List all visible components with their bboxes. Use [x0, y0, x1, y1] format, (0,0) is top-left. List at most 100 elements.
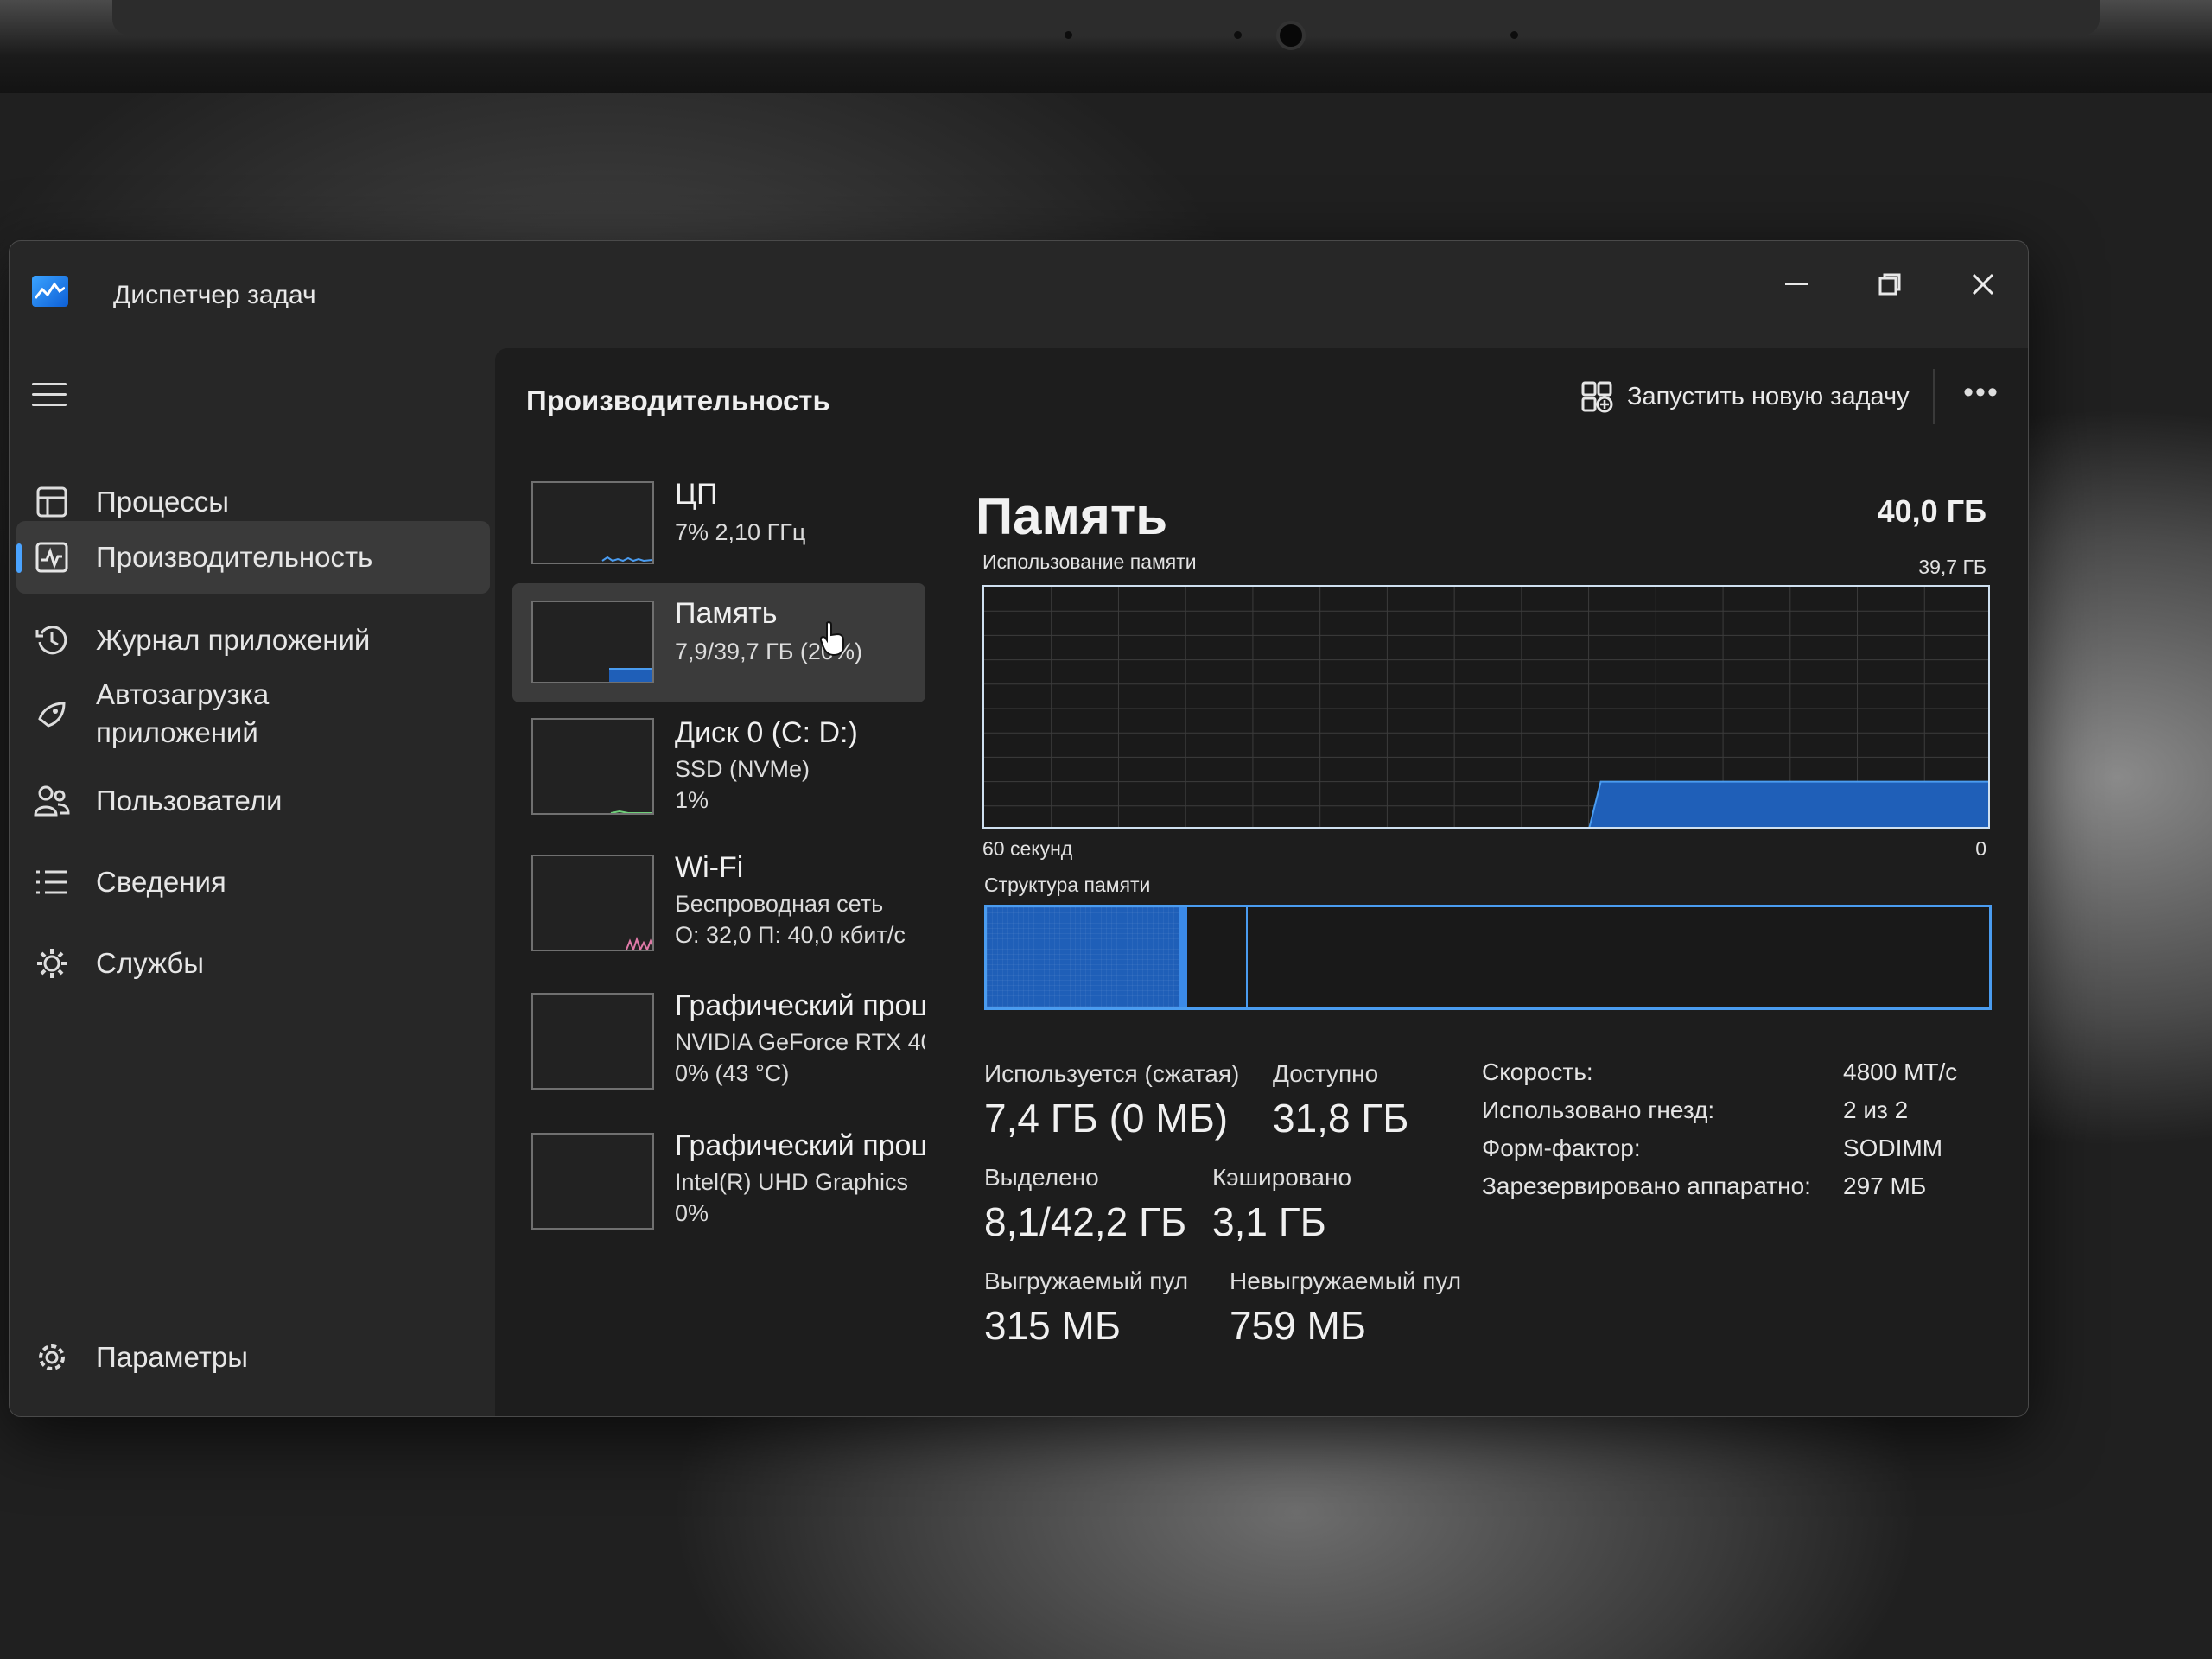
- memory-usage-graph: [982, 585, 1990, 829]
- page-title: Производительность: [526, 385, 830, 416]
- cached-label: Кэшировано: [1212, 1164, 1352, 1191]
- history-icon: [32, 620, 72, 660]
- restore-icon: [1878, 273, 1901, 296]
- startup-icon: [32, 694, 72, 734]
- memory-composition-label: Структура памяти: [984, 874, 1151, 896]
- memory-thumbnail-graph: [531, 601, 654, 683]
- memory-composition-bar: [984, 905, 1992, 1010]
- graph-min-label: 0: [1975, 837, 1986, 860]
- sidebar-item-label: Сведения: [96, 866, 226, 898]
- in-use-segment: [987, 907, 1179, 1007]
- time-span-label: 60 секунд: [982, 837, 1073, 860]
- hamburger-menu-icon[interactable]: [32, 383, 67, 409]
- standby-divider: [1246, 907, 1248, 1007]
- title-bar: Диспетчер задач: [10, 241, 2028, 345]
- committed-label: Выделено: [984, 1164, 1099, 1191]
- performance-panel: Производительность Запустить новую задач…: [495, 348, 2028, 1416]
- sidebar-item-label: Службы: [96, 947, 205, 979]
- bezel-strip: [112, 0, 2100, 35]
- sensor-dot: [1510, 31, 1518, 39]
- device-name: Память: [675, 597, 778, 630]
- device-detail: 0%: [675, 1200, 709, 1226]
- non-paged-pool-label: Невыгружаемый пул: [1230, 1268, 1462, 1294]
- form-factor-value: SODIMM: [1843, 1135, 1943, 1161]
- speed-value: 4800 МТ/с: [1843, 1058, 1958, 1085]
- device-item-disk[interactable]: Диск 0 (C: D:) SSD (NVMe) 1%: [512, 702, 925, 822]
- gpu0-thumbnail-graph: [531, 993, 654, 1090]
- memory-usage-label: Использование памяти: [982, 550, 1197, 573]
- disk-thumbnail-graph: [531, 718, 654, 815]
- device-item-cpu[interactable]: ЦП 7% 2,10 ГГц: [512, 464, 925, 583]
- gear-icon: [32, 1338, 72, 1377]
- sidebar-item-performance[interactable]: Производительность: [16, 521, 490, 594]
- sidebar-item-label: Пользователи: [96, 785, 283, 817]
- hand-cursor-icon: [820, 621, 844, 656]
- device-item-memory[interactable]: Память 7,9/39,7 ГБ (20%): [512, 583, 925, 702]
- committed-value: 8,1/42,2 ГБ: [984, 1199, 1187, 1244]
- window-title: Диспетчер задач: [113, 281, 316, 309]
- task-manager-window: Диспетчер задач Процессы Производительно…: [9, 240, 2029, 1417]
- memory-title: Память: [976, 487, 1168, 545]
- users-icon: [32, 781, 72, 821]
- device-item-gpu0[interactable]: Графический процессор 0 NVIDIA GeForce R…: [512, 976, 925, 1095]
- device-name: Диск 0 (C: D:): [675, 716, 858, 749]
- paged-pool-value: 315 МБ: [984, 1303, 1122, 1348]
- in-use-label: Используется (сжатая): [984, 1060, 1240, 1087]
- non-paged-pool-value: 759 МБ: [1230, 1303, 1367, 1348]
- in-use-value: 7,4 ГБ (0 МБ): [984, 1096, 1229, 1141]
- available-value: 31,8 ГБ: [1273, 1096, 1409, 1141]
- device-detail: Беспроводная сеть: [675, 891, 884, 917]
- sensor-dot: [1065, 31, 1072, 39]
- minimize-icon: [1785, 283, 1808, 285]
- header-divider: [1933, 369, 1935, 424]
- memory-usage-area: [1588, 780, 1988, 827]
- slots-used-label: Использовано гнезд:: [1482, 1096, 1715, 1123]
- device-item-gpu1[interactable]: Графический процессор 1 Intel(R) UHD Gra…: [512, 1116, 925, 1235]
- device-detail: 7,9/39,7 ГБ (20%): [675, 639, 862, 664]
- close-button[interactable]: [1942, 250, 2024, 319]
- device-detail: Intel(R) UHD Graphics: [675, 1169, 909, 1195]
- sidebar-item-settings[interactable]: Параметры: [10, 1321, 486, 1394]
- close-icon: [1972, 273, 1994, 296]
- device-detail: 0% (43 °C): [675, 1060, 790, 1086]
- hardware-reserved-label: Зарезервировано аппаратно:: [1482, 1173, 1811, 1199]
- performance-icon: [32, 537, 72, 577]
- sidebar-item-label: Журнал приложений: [96, 624, 371, 656]
- sidebar-item-users[interactable]: Пользователи: [10, 765, 486, 837]
- sidebar-item-label: Автозагрузка приложений: [96, 678, 270, 748]
- cpu-thumbnail-graph: [531, 481, 654, 564]
- run-task-icon: [1581, 381, 1613, 413]
- task-manager-app-icon: [32, 276, 68, 307]
- device-detail: 7% 2,10 ГГц: [675, 519, 806, 545]
- sidebar-item-label: Процессы: [96, 486, 230, 518]
- cached-value: 3,1 ГБ: [1212, 1199, 1326, 1244]
- settings-label: Параметры: [96, 1341, 248, 1373]
- device-detail: 1%: [675, 787, 709, 813]
- sidebar-item-details[interactable]: Сведения: [10, 846, 486, 918]
- memory-usage-chart: [984, 587, 1988, 827]
- run-new-task-label: Запустить новую задачу: [1627, 382, 1910, 410]
- device-name: ЦП: [675, 478, 718, 511]
- sidebar-item-startup-apps[interactable]: Автозагрузка приложений: [10, 666, 486, 761]
- device-item-wifi[interactable]: Wi-Fi Беспроводная сеть О: 32,0 П: 40,0 …: [512, 837, 925, 957]
- device-name: Графический процессор 1: [675, 1129, 925, 1162]
- modified-segment: [1179, 907, 1187, 1007]
- device-detail: NVIDIA GeForce RTX 4050: [675, 1029, 925, 1055]
- more-options-button[interactable]: •••: [1955, 372, 2007, 421]
- wifi-thumbnail-graph: [531, 855, 654, 951]
- minimize-button[interactable]: [1755, 250, 1838, 319]
- device-detail: SSD (NVMe): [675, 756, 810, 782]
- maximize-button[interactable]: [1848, 250, 1931, 319]
- device-name: Wi-Fi: [675, 851, 744, 884]
- device-name: Графический процессор 0: [675, 989, 925, 1022]
- hardware-reserved-value: 297 МБ: [1843, 1173, 1927, 1199]
- sidebar-item-services[interactable]: Службы: [10, 927, 486, 1000]
- memory-usage-max: 39,7 ГБ: [1918, 556, 1986, 578]
- memory-total: 40,0 ГБ: [1877, 493, 1986, 529]
- sensor-dot: [1234, 31, 1242, 39]
- slots-used-value: 2 из 2: [1843, 1096, 1909, 1123]
- services-icon: [32, 944, 72, 983]
- run-new-task-button[interactable]: Запустить новую задачу: [1580, 372, 1910, 421]
- sidebar-item-label: Производительность: [96, 541, 373, 573]
- webcam: [1276, 21, 1306, 50]
